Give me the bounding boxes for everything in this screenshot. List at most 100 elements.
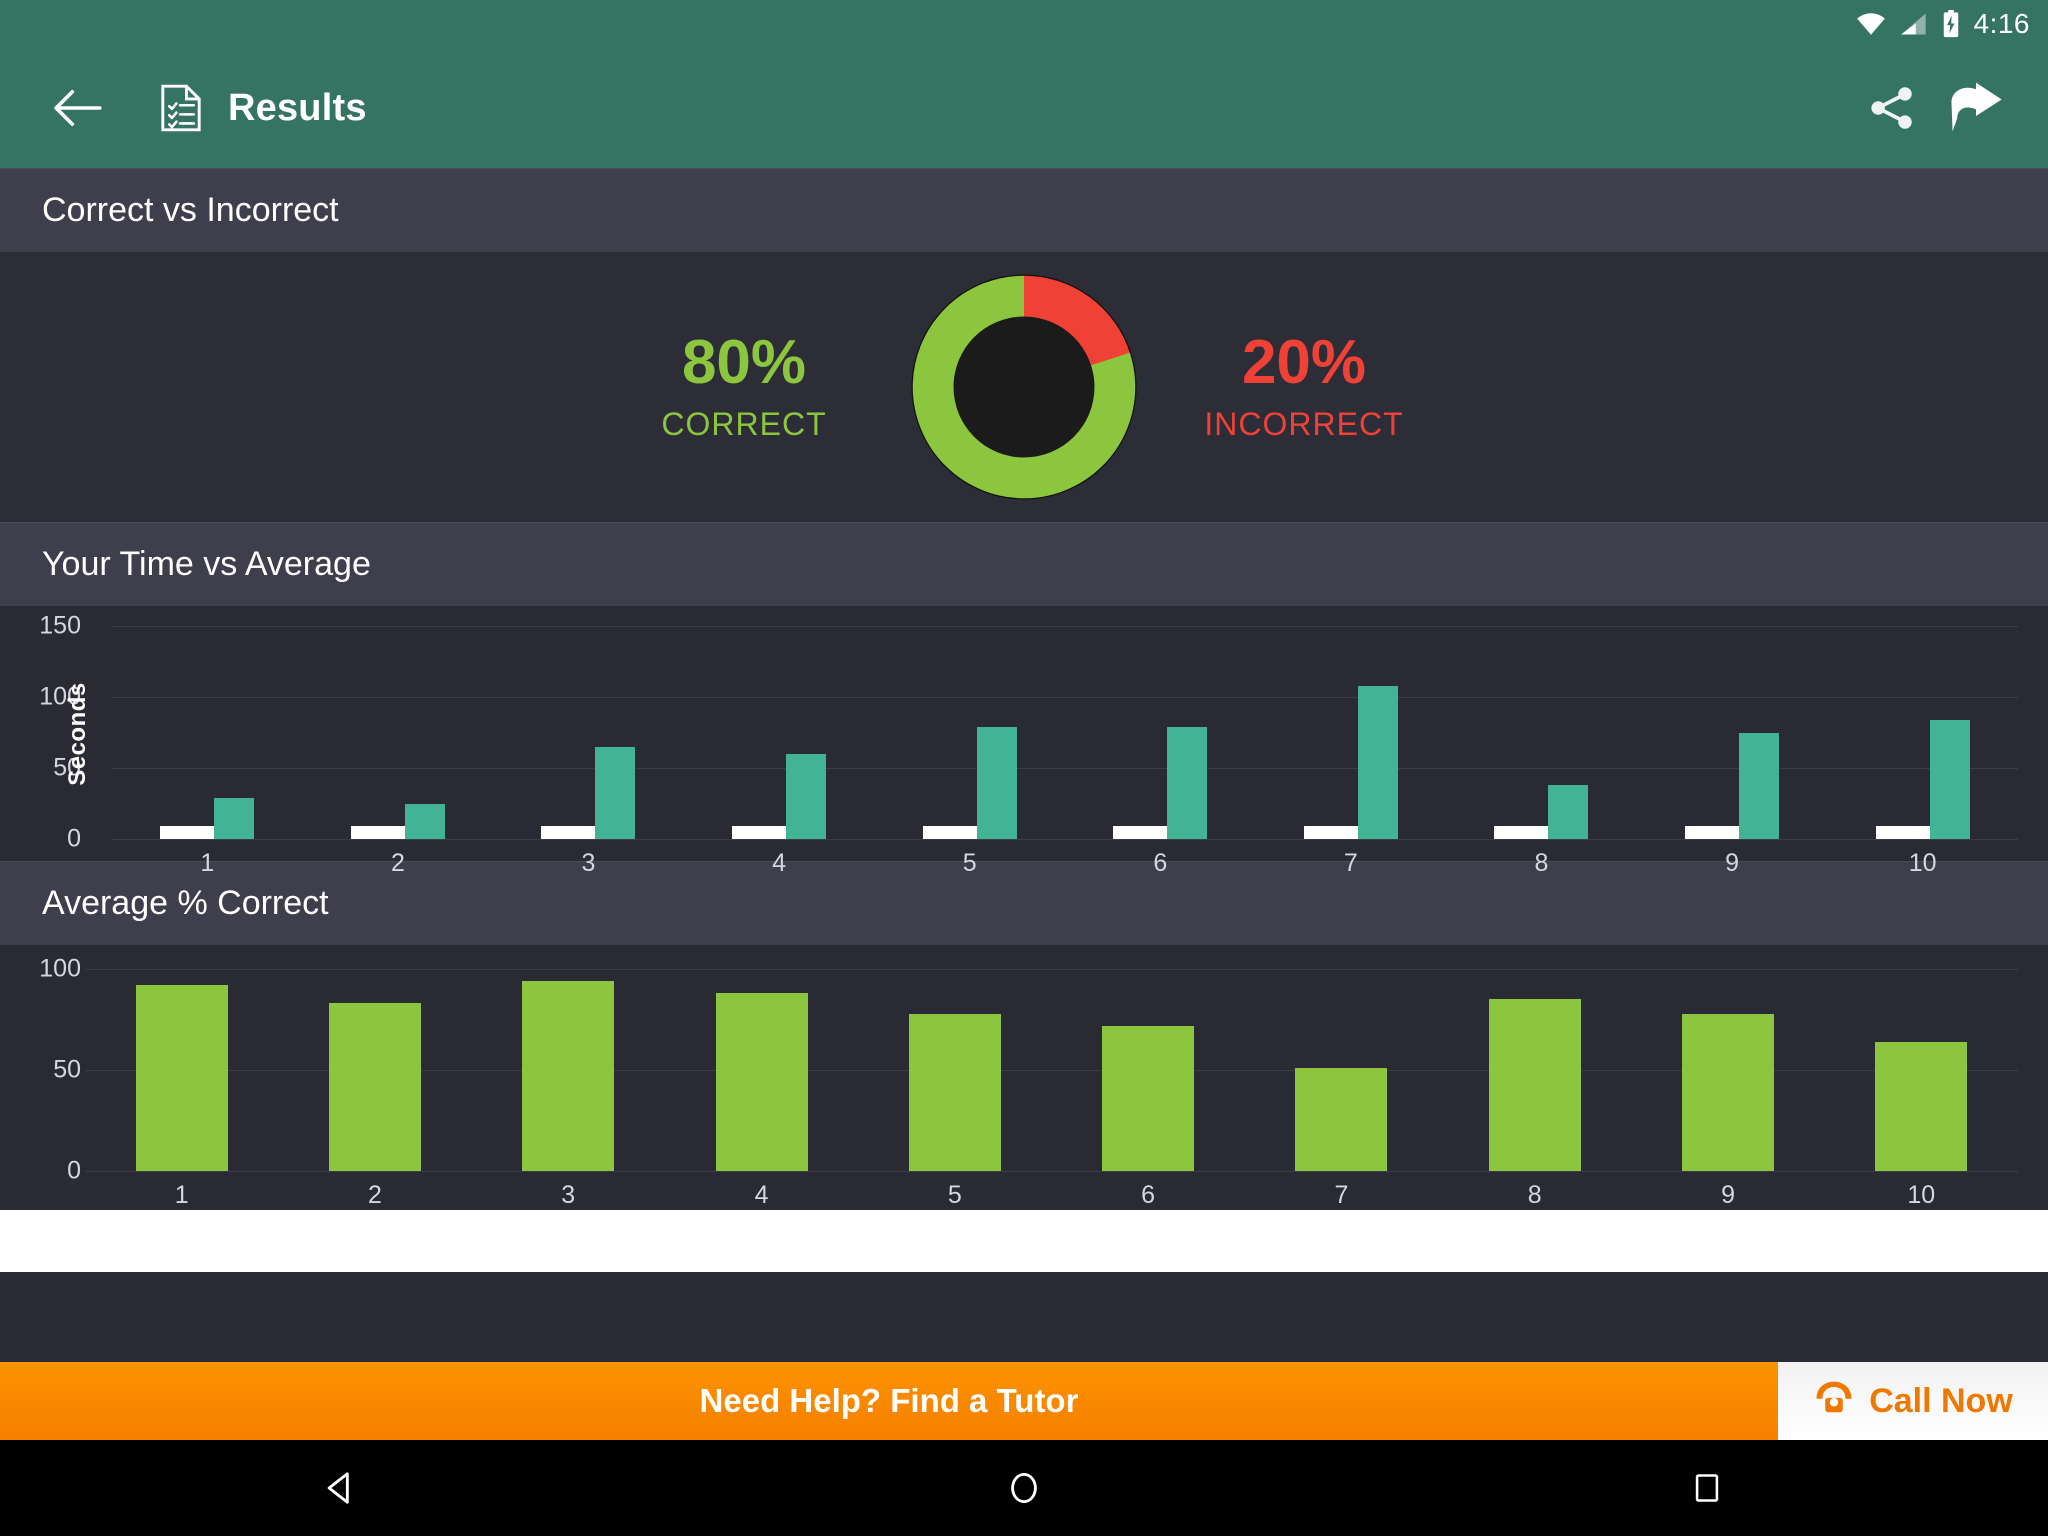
bar-group xyxy=(1446,626,1637,839)
average-time-bar xyxy=(541,826,596,839)
bar-group xyxy=(278,959,471,1171)
gridline xyxy=(112,839,2018,840)
section-header-correct-vs-incorrect: Correct vs Incorrect xyxy=(0,168,2048,252)
y-axis-tick-label: 50 xyxy=(53,1055,81,1084)
status-time: 4:16 xyxy=(1973,8,2030,39)
bar-group xyxy=(1631,959,1824,1171)
bar-group xyxy=(1827,626,2018,839)
nav-home-icon[interactable] xyxy=(964,1440,1084,1536)
x-axis-tick-label: 2 xyxy=(390,849,405,877)
average-correct-bar xyxy=(1295,1068,1388,1171)
x-axis-tick-label: 6 xyxy=(1153,849,1168,877)
call-now-label: Call Now xyxy=(1869,1381,2013,1420)
bar-group xyxy=(472,959,665,1171)
y-axis-tick-label: 0 xyxy=(67,824,81,853)
your-time-bar xyxy=(404,803,445,839)
back-arrow-icon[interactable] xyxy=(48,79,106,137)
incorrect-stat: 20% INCORRECT xyxy=(1149,327,1459,443)
x-axis-labels: 1 2 3 4 5 6 7 8 9 10 xyxy=(85,1181,2018,1210)
x-axis-tick-label: 9 xyxy=(1721,1181,1735,1209)
y-axis-tick-label: 150 xyxy=(39,611,81,640)
bar-group xyxy=(1256,626,1447,839)
time-vs-average-chart: 0 50 100 150 1 2 3 4 5 6 7 8 9 10 Seconds xyxy=(0,606,2048,877)
average-time-bar xyxy=(1685,826,1740,839)
android-nav-bar xyxy=(0,1440,2048,1536)
your-time-bar xyxy=(1929,719,1970,839)
cellular-signal-icon xyxy=(1900,12,1928,36)
pct-plot-area: 0 50 100 1 2 3 4 5 6 7 8 9 10 xyxy=(0,945,2048,1210)
average-correct-bar xyxy=(1875,1041,1968,1171)
bar-group xyxy=(1051,959,1244,1171)
bar-group xyxy=(85,959,278,1171)
correct-label: CORRECT xyxy=(661,405,827,442)
x-axis-tick-label: 3 xyxy=(561,1181,576,1209)
bar-group xyxy=(684,626,875,839)
bar-group xyxy=(1825,959,2018,1171)
page-title: Results xyxy=(228,86,367,129)
correct-percentage: 80% xyxy=(681,327,807,397)
x-axis-tick-label: 8 xyxy=(1534,849,1549,877)
your-time-bar xyxy=(1167,726,1208,839)
average-correct-bar xyxy=(1102,1025,1195,1171)
average-correct-bar xyxy=(908,1013,1001,1171)
x-axis-tick-label: 5 xyxy=(947,1181,962,1209)
x-axis-tick-label: 7 xyxy=(1343,849,1358,877)
time-y-axis-title: Seconds xyxy=(63,681,91,786)
your-time-bar xyxy=(1739,732,1780,839)
incorrect-percentage: 20% xyxy=(1241,327,1367,397)
your-time-bar xyxy=(786,753,827,839)
time-plot-area: 0 50 100 150 1 2 3 4 5 6 7 8 9 10 xyxy=(0,606,2048,877)
x-axis-tick-label: 2 xyxy=(367,1181,382,1209)
nav-back-icon[interactable] xyxy=(281,1440,401,1536)
average-time-bar xyxy=(732,826,787,839)
status-bar: 4:16 xyxy=(0,0,2048,48)
your-time-bar xyxy=(976,726,1017,839)
x-axis-tick-label: 9 xyxy=(1725,849,1739,877)
your-time-bar xyxy=(595,746,636,839)
bar-group xyxy=(112,626,303,839)
average-time-bar xyxy=(160,826,215,839)
bar-group xyxy=(1245,959,1438,1171)
telephone-icon xyxy=(1813,1379,1855,1424)
average-correct-chart: 0 50 100 1 2 3 4 5 6 7 8 9 10 xyxy=(0,945,2048,1210)
x-axis-tick-label: 10 xyxy=(1907,1181,1936,1209)
bar-group-container xyxy=(112,626,2018,839)
tutor-ad-message: Need Help? Find a Tutor xyxy=(699,1382,1079,1419)
correct-stat: 80% CORRECT xyxy=(589,327,899,443)
bar-group xyxy=(874,626,1065,839)
bar-group-container xyxy=(85,959,2018,1171)
bar-group xyxy=(665,959,858,1171)
average-time-bar xyxy=(1494,826,1549,839)
forward-arrow-icon[interactable] xyxy=(1934,66,2018,150)
donut-chart xyxy=(899,262,1149,512)
tutor-ad-banner[interactable]: Need Help? Find a Tutor Call Now xyxy=(0,1362,2048,1440)
results-document-icon xyxy=(158,83,204,133)
average-time-bar xyxy=(1875,826,1930,839)
gridline xyxy=(85,1171,2018,1172)
x-axis-tick-label: 4 xyxy=(754,1181,769,1209)
battery-charging-icon xyxy=(1942,10,1960,38)
x-axis-tick-label: 3 xyxy=(581,849,596,877)
y-axis-tick-label: 0 xyxy=(67,1156,81,1185)
x-axis-tick-label: 7 xyxy=(1334,1181,1349,1209)
average-correct-bar xyxy=(135,985,228,1171)
average-time-bar xyxy=(1303,826,1358,839)
x-axis-tick-label: 1 xyxy=(200,849,215,877)
app-screen: 4:16 Results Correct vs Incorrect 80% CO… xyxy=(0,0,2048,1536)
x-axis-tick-label: 8 xyxy=(1527,1181,1542,1209)
bar-group xyxy=(858,959,1051,1171)
x-axis-tick-label: 6 xyxy=(1141,1181,1156,1209)
call-now-button[interactable]: Call Now xyxy=(1778,1362,2048,1440)
share-icon[interactable] xyxy=(1850,66,1934,150)
average-time-bar xyxy=(922,826,977,839)
your-time-bar xyxy=(1548,785,1589,839)
section-header-time-vs-average: Your Time vs Average xyxy=(0,522,2048,606)
your-time-bar xyxy=(214,797,255,839)
results-content: Correct vs Incorrect 80% CORRECT 20% INC… xyxy=(0,168,2048,1362)
bar-group xyxy=(1065,626,1256,839)
average-correct-bar xyxy=(1682,1013,1775,1171)
x-axis-tick-label: 4 xyxy=(772,849,787,877)
y-axis-tick-label: 100 xyxy=(39,954,81,983)
average-correct-bar xyxy=(328,1003,421,1171)
nav-recents-icon[interactable] xyxy=(1647,1440,1767,1536)
